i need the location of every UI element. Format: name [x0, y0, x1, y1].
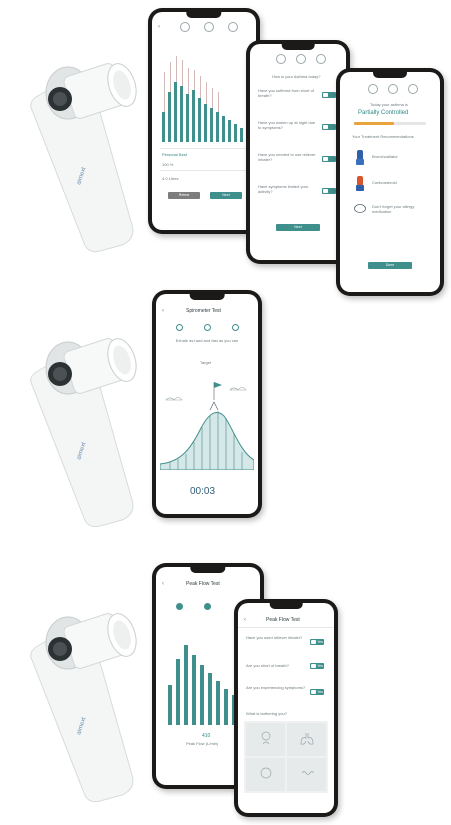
done-button[interactable]: Done — [368, 262, 412, 269]
attempt-2-dot — [204, 603, 211, 610]
questionnaire-heading: How is your Asthma today? — [272, 74, 321, 79]
status-progress-fill — [354, 122, 394, 125]
target-label: Target — [200, 360, 212, 365]
recommendation-1: Bronchodilator — [372, 154, 398, 159]
divider — [160, 148, 248, 149]
spirometer-device: airnext — [30, 63, 137, 253]
answer-toggle[interactable] — [322, 92, 336, 98]
step-3-icon — [228, 22, 238, 32]
step-1-icon — [276, 54, 286, 64]
spirometer-test-screen: ‹ Spirometer Test Exhale as hard and fas… — [156, 294, 258, 514]
peak-flow-value-label: Peak Flow (L/min) — [186, 741, 219, 746]
symptom-option[interactable] — [246, 758, 285, 791]
phone-notch — [190, 567, 226, 573]
screen-title: Peak Flow Test — [186, 581, 220, 587]
phone-notch — [186, 12, 222, 18]
status-value: Partially Controlled — [358, 110, 409, 116]
inhaler-icon — [356, 176, 364, 191]
step-1-icon — [368, 84, 378, 94]
symptom-option[interactable] — [287, 758, 326, 791]
attempt-2-dot — [204, 324, 211, 331]
phone-peak-flow-questions: ‹ Peak Flow Test Have you used reliever … — [234, 599, 338, 817]
recommendation-2: Corticosteroid — [372, 180, 397, 185]
back-arrow-icon[interactable]: ‹ — [158, 24, 160, 30]
wheeze-icon — [301, 771, 314, 775]
step-3-icon — [316, 54, 326, 64]
next-button[interactable]: Next — [210, 192, 242, 199]
step-2-icon — [388, 84, 398, 94]
peak-flow-questions-screen: ‹ Peak Flow Test Have you used reliever … — [238, 603, 334, 813]
spirometer-device: airnext — [30, 338, 137, 528]
question-item: Are you short of breath? — [246, 663, 289, 668]
phone-notch — [373, 72, 407, 78]
status-progress-bar — [354, 122, 426, 125]
scene-2: airnext ‹ Spirometer Test Exhale as hard… — [0, 285, 451, 530]
symptom-grid — [244, 721, 328, 793]
screen-title: Peak Flow Test — [266, 617, 300, 623]
phone-notch — [269, 603, 303, 609]
answer-toggle[interactable] — [322, 188, 336, 194]
step-2-icon — [296, 54, 306, 64]
screen-title: Spirometer Test — [186, 308, 221, 314]
spirometer-device: airnext — [30, 613, 137, 803]
step-2-icon — [204, 22, 214, 32]
attempt-1-dot — [176, 324, 183, 331]
symptom-option[interactable] — [287, 723, 326, 756]
symptom-option[interactable] — [246, 723, 285, 756]
attempt-1-dot — [176, 603, 183, 610]
retest-button[interactable]: Retest — [168, 192, 200, 199]
results-screen: ‹ Personal Best 100 % 4.0 Litres Retest … — [152, 12, 256, 230]
phone-notch — [189, 294, 225, 300]
phone-notch — [281, 44, 315, 50]
back-arrow-icon[interactable]: ‹ — [162, 581, 164, 587]
recommendations-screen: Today your asthma is Partially Controlle… — [340, 72, 440, 292]
result-value: 4.0 Litres — [162, 176, 179, 181]
divider — [238, 627, 334, 628]
breath-curve-chart — [160, 382, 254, 470]
phone-spirometer-test: ‹ Spirometer Test Exhale as hard and fas… — [152, 290, 262, 518]
result-label: Personal Best — [162, 152, 187, 157]
chest-icon — [260, 767, 272, 779]
step-1-icon — [180, 22, 190, 32]
question-item: Have you suffered from short of breath? — [258, 88, 314, 98]
results-bar-chart — [162, 56, 243, 142]
answer-toggle[interactable]: Yes — [310, 663, 324, 669]
step-3-icon — [408, 84, 418, 94]
question-item: Have symptoms limited your activity? — [258, 184, 309, 194]
divider — [160, 170, 248, 171]
answer-toggle[interactable]: Yes — [310, 639, 324, 645]
scene-1: airnext ‹ Personal Best 100 % 4.0 Litres… — [0, 0, 451, 296]
recommendation-3: Don't forget your allergy medication — [372, 204, 415, 214]
phone-recommendations: Today your asthma is Partially Controlle… — [336, 68, 444, 296]
answer-toggle[interactable]: Yes — [310, 689, 324, 695]
scene-3: airnext ‹ Peak Flow Test 410 Peak Flow (… — [0, 555, 451, 825]
attempt-3-dot — [232, 324, 239, 331]
question-item: Have you used reliever inhaler? — [246, 635, 303, 640]
speech-bubble-icon — [354, 204, 366, 213]
inhaler-icon — [356, 150, 364, 165]
back-arrow-icon[interactable]: ‹ — [244, 617, 246, 623]
status-label: Today your asthma is — [370, 102, 408, 107]
back-arrow-icon[interactable]: ‹ — [162, 308, 164, 314]
timer-display: 00:03 — [190, 486, 216, 497]
questionnaire-screen: How is your Asthma today? Have you suffe… — [250, 44, 346, 260]
question-item: Have you needed to use reliever inhaler? — [258, 152, 316, 162]
phone-results: ‹ Personal Best 100 % 4.0 Litres Retest … — [148, 8, 260, 234]
peak-flow-value: 410 — [202, 733, 211, 739]
next-button[interactable]: Next — [276, 224, 320, 231]
phone-questionnaire: How is your Asthma today? Have you suffe… — [246, 40, 350, 264]
recommendations-heading: Your Treatment Recommendations — [352, 134, 414, 139]
question-item: Are you experiencing symptoms? — [246, 685, 306, 690]
answer-toggle[interactable] — [322, 156, 336, 162]
result-percent: 100 % — [162, 162, 174, 167]
answer-toggle[interactable] — [322, 124, 336, 130]
cough-icon — [261, 731, 271, 745]
instruction-text: Exhale as hard and fast as you can — [175, 338, 239, 343]
lungs-icon — [300, 733, 314, 745]
question-item: Have you woken up at night due to sympto… — [258, 120, 316, 130]
symptoms-heading: What is bothering you? — [246, 711, 287, 716]
